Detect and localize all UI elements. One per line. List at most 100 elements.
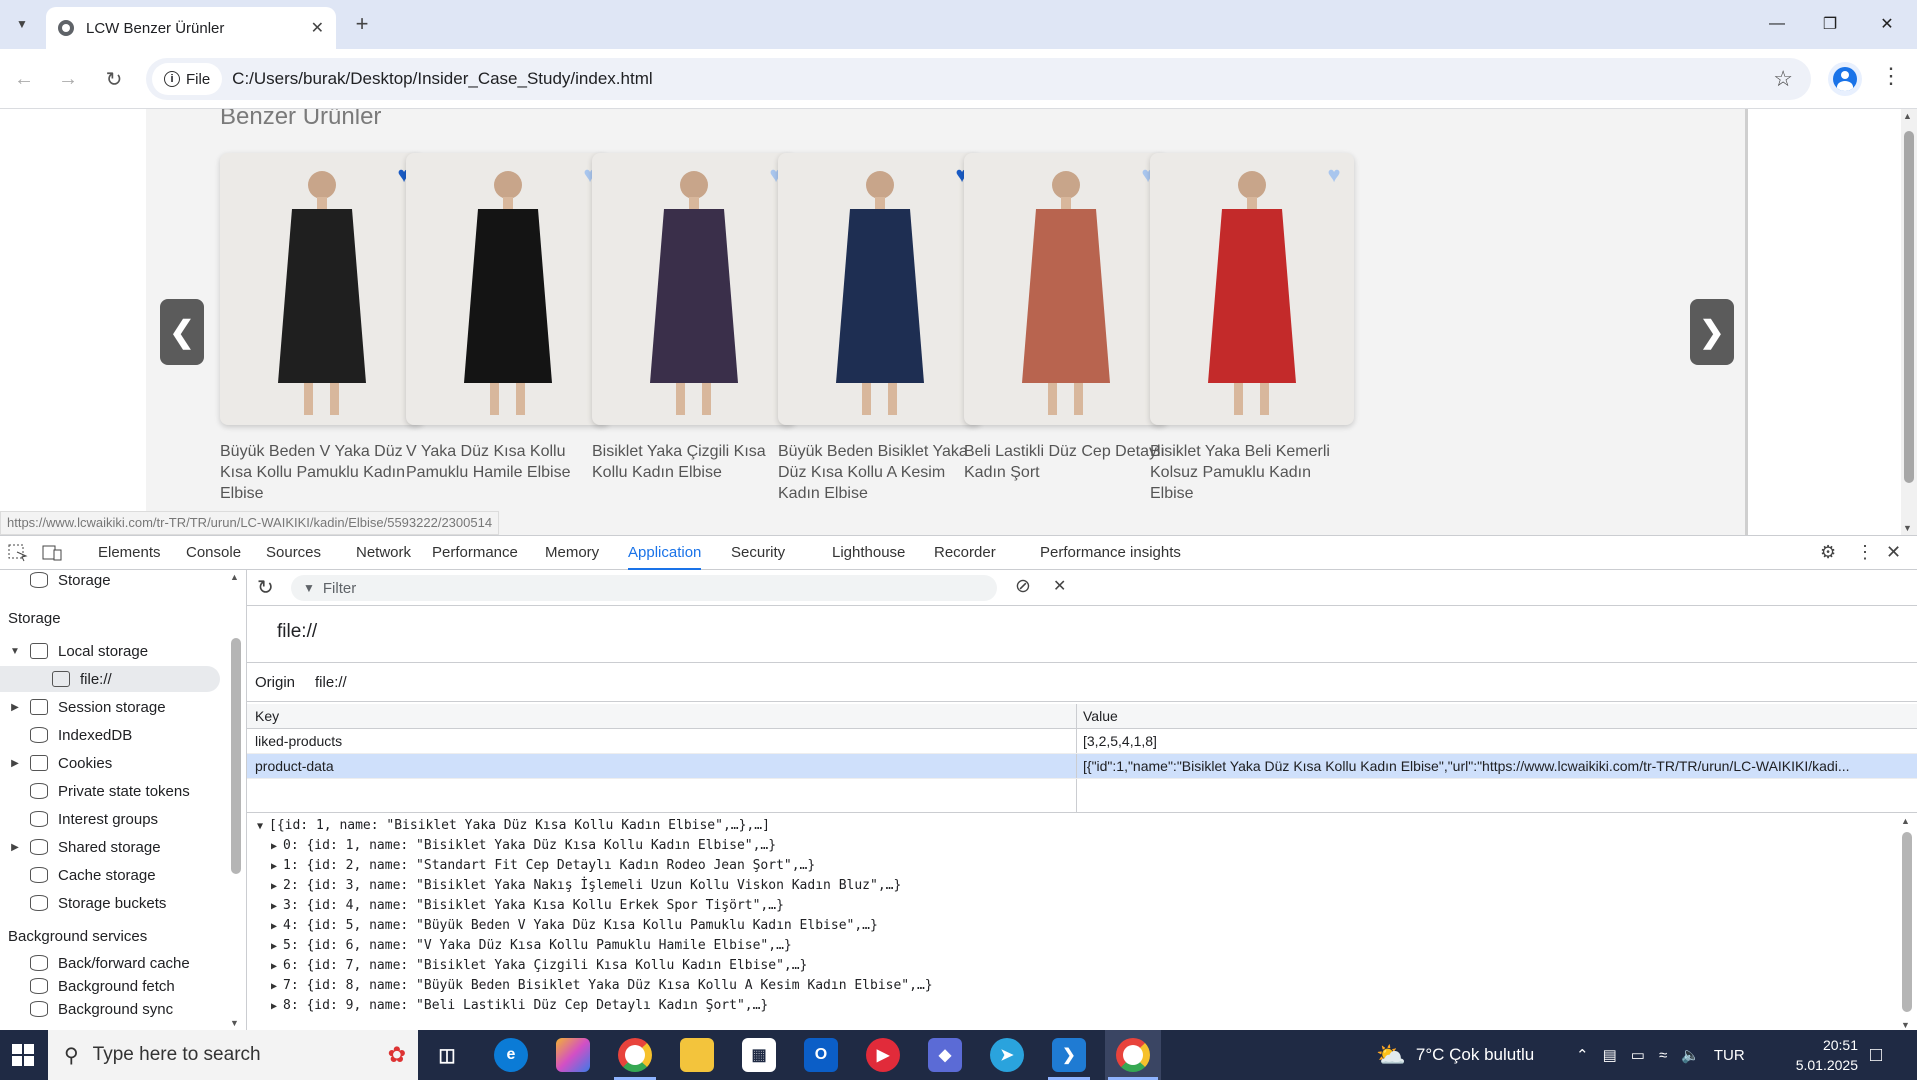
tree-item[interactable]: ▶ 2: {id: 3, name: "Bisiklet Yaka Nakış İ… [247,876,1897,896]
scroll-down-icon[interactable]: ▼ [1901,1020,1910,1030]
browser-tab[interactable]: LCW Benzer Ürünler ✕ [46,7,336,49]
devtools-tab-performance[interactable]: Performance [432,536,518,570]
product-image[interactable]: ♥ [964,153,1168,425]
devtools-tab-recorder[interactable]: Recorder [934,536,996,570]
scrollbar-thumb[interactable] [1902,832,1912,1012]
table-row[interactable]: product-data [{"id":1,"name":"Bisiklet Ya… [247,754,1917,779]
weather-widget[interactable]: ⛅ 7°C Çok bulutlu [1376,1030,1534,1080]
sidebar-item-storage-overview[interactable]: Storage [0,570,220,593]
product-name[interactable]: Büyük Beden V Yaka Düz Kısa Kollu Pamukl… [220,441,424,504]
close-tab-icon[interactable]: ✕ [311,18,324,38]
telegram-icon[interactable]: ➤ [990,1038,1024,1072]
expand-triangle-icon[interactable]: ▶ [8,842,22,853]
chevron-up-icon[interactable]: ⌃ [1576,1046,1589,1064]
file-explorer-icon[interactable] [680,1038,714,1072]
scroll-down-icon[interactable]: ▼ [1903,523,1912,533]
product-card[interactable]: ♥ Büyük Beden V Yaka Düz Kısa Kollu Pamuk… [220,153,424,504]
product-card[interactable]: ♥ Bisiklet Yaka Beli Kemerli Kolsuz Pamuk… [1150,153,1354,504]
sidebar-item-local-storage[interactable]: ▼ Local storage [0,638,220,664]
tree-item[interactable]: ▶ 4: {id: 5, name: "Büyük Beden V Yaka Dü… [247,916,1897,936]
task-view-icon[interactable]: ◫ [430,1038,464,1072]
pycharm-icon[interactable]: ◆ [928,1038,962,1072]
bookmark-star-icon[interactable]: ☆ [1773,66,1793,92]
empty-row[interactable] [247,779,1917,813]
notifications-icon[interactable]: □ [1870,1030,1882,1080]
devtools-tab-memory[interactable]: Memory [545,536,599,570]
tree-root[interactable]: ▼ [{id: 1, name: "Bisiklet Yaka Düz Kısa … [247,816,1897,836]
sidebar-item-indexeddb[interactable]: IndexedDB [0,722,220,748]
clock[interactable]: 20:51 5.01.2025 [1768,1030,1858,1080]
row-value[interactable]: [{"id":1,"name":"Bisiklet Yaka Düz Kısa … [1077,754,1917,778]
product-image[interactable]: ♥ [406,153,610,425]
copilot-icon[interactable] [556,1038,590,1072]
device-toolbar-icon[interactable] [42,544,62,562]
sidebar-item-interest-groups[interactable]: Interest groups [0,806,220,832]
scrollbar-thumb[interactable] [231,638,241,874]
meet-now-icon[interactable]: ▤ [1603,1046,1617,1064]
address-bar[interactable]: i File C:/Users/burak/Desktop/Insider_Ca… [146,58,1811,100]
expand-triangle-icon[interactable]: ▼ [8,646,22,657]
product-card[interactable]: ♥ Beli Lastikli Düz Cep Detaylı Kadın Şor… [964,153,1168,483]
tree-item[interactable]: ▶ 6: {id: 7, name: "Bisiklet Yaka Çizgili… [247,956,1897,976]
expand-triangle-icon[interactable]: ▶ [8,702,22,713]
product-image[interactable]: ♥ [778,153,982,425]
row-key[interactable]: liked-products [247,729,1077,753]
taskbar-search[interactable]: ⚲ Type here to search ✿ [48,1030,418,1080]
product-name[interactable]: Bisiklet Yaka Çizgili Kısa Kollu Kadın E… [592,441,796,483]
product-name[interactable]: Beli Lastikli Düz Cep Detaylı Kadın Şort [964,441,1168,483]
product-name[interactable]: V Yaka Düz Kısa Kollu Pamuklu Hamile Elb… [406,441,610,483]
store-icon[interactable]: ▦ [742,1038,776,1072]
devtools-tab-performance-insights[interactable]: Performance insights [1040,536,1181,570]
key-column-header[interactable]: Key [247,704,1077,728]
product-card[interactable]: ♥ Büyük Beden Bisiklet Yaka Düz Kısa Koll… [778,153,982,504]
page-scrollbar[interactable]: ▲ ▼ [1901,109,1917,535]
outlook-icon[interactable]: O [804,1038,838,1072]
restore-button[interactable]: ❐ [1805,8,1855,40]
row-value[interactable]: [3,2,5,4,1,8] [1077,729,1917,753]
heart-outline-icon[interactable]: ♥ [1322,162,1346,187]
devtools-tab-sources[interactable]: Sources [266,536,321,570]
delete-selected-icon[interactable]: ✕ [1053,576,1066,596]
product-image[interactable]: ♥ [592,153,796,425]
forward-button[interactable]: → [52,63,84,95]
devtools-tab-security[interactable]: Security [731,536,785,570]
wifi-icon[interactable]: ≈ [1659,1047,1667,1064]
back-button[interactable]: ← [8,63,40,95]
expand-triangle-icon[interactable]: ▶ [8,758,22,769]
row-key[interactable]: product-data [247,754,1077,778]
devtools-tab-application[interactable]: Application [628,536,702,570]
settings-gear-icon[interactable]: ⚙ [1820,542,1836,563]
tree-item[interactable]: ▶ 8: {id: 9, name: "Beli Lastikli Düz Cep… [247,996,1897,1016]
carousel-next-button[interactable]: ❯ [1690,299,1734,365]
language-indicator[interactable]: TUR [1714,1047,1745,1064]
new-tab-button[interactable]: + [348,10,376,38]
inspect-element-icon[interactable] [8,544,28,562]
minimize-button[interactable]: — [1752,8,1802,40]
profile-avatar[interactable] [1828,62,1862,96]
filter-input[interactable]: ▼ Filter [291,575,997,601]
refresh-icon[interactable]: ↻ [257,575,274,600]
tree-item[interactable]: ▶ 3: {id: 4, name: "Bisiklet Yaka Kısa Ko… [247,896,1897,916]
media-player-icon[interactable]: ▶ [866,1038,900,1072]
value-column-header[interactable]: Value [1077,704,1917,728]
sidebar-item-cookies[interactable]: ▶ Cookies [0,750,220,776]
product-image[interactable]: ♥ [220,153,424,425]
tree-item[interactable]: ▶ 7: {id: 8, name: "Büyük Beden Bisiklet … [247,976,1897,996]
sidebar-item-session-storage[interactable]: ▶ Session storage [0,694,220,720]
browser-menu-icon[interactable]: ⋮ [1880,63,1902,89]
scroll-up-icon[interactable]: ▲ [230,572,239,582]
devtools-tab-network[interactable]: Network [356,536,411,570]
sidebar-scrollbar[interactable]: ▲ ▼ [228,570,244,1030]
sidebar-item-file[interactable]: file:// [0,666,220,692]
clear-all-icon[interactable]: ⊘ [1015,575,1031,598]
product-card[interactable]: ♥ V Yaka Düz Kısa Kollu Pamuklu Hamile El… [406,153,610,483]
product-name[interactable]: Büyük Beden Bisiklet Yaka Düz Kısa Kollu… [778,441,982,504]
volume-icon[interactable]: 🔈 [1681,1046,1700,1064]
sidebar-item-private-state-tokens[interactable]: Private state tokens [0,778,220,804]
close-window-button[interactable]: ✕ [1862,8,1912,40]
table-row[interactable]: liked-products [3,2,5,4,1,8] [247,729,1917,754]
product-card[interactable]: ♥ Bisiklet Yaka Çizgili Kısa Kollu Kadın … [592,153,796,483]
site-info-chip[interactable]: i File [152,63,223,95]
windows-start-icon[interactable] [12,1044,34,1066]
devtools-tab-console[interactable]: Console [186,536,241,570]
